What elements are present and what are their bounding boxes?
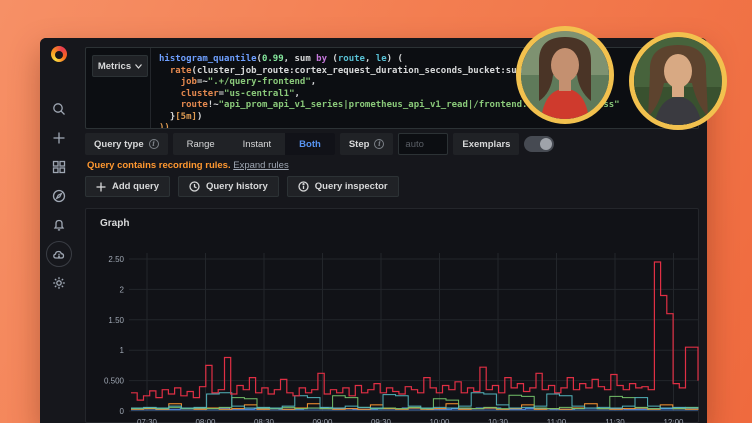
exemplars-toggle[interactable] <box>524 136 554 152</box>
svg-text:1: 1 <box>120 346 125 355</box>
svg-text:10:30: 10:30 <box>488 418 509 423</box>
clock-icon <box>189 181 200 192</box>
query-type-text: Query type <box>94 139 144 150</box>
avatar-photo-2 <box>634 37 722 125</box>
svg-text:08:00: 08:00 <box>195 418 216 423</box>
actions-row: Add query Query history Query inspector <box>85 176 399 197</box>
query-type-both[interactable]: Both <box>285 133 335 155</box>
exemplars-text: Exemplars <box>462 139 510 150</box>
avatar <box>516 26 614 124</box>
svg-text:08:30: 08:30 <box>254 418 275 423</box>
svg-text:1.50: 1.50 <box>108 316 124 325</box>
graph-panel: Graph 0 0.500 1 1.50 2 2.50 07:30 08:00 08:30 09:… <box>85 208 699 423</box>
avatar-photo-1 <box>521 31 609 119</box>
main-content: Metrics histogram_quantile(0.99, sum by … <box>77 38 707 423</box>
plus-icon <box>96 182 106 192</box>
toggle-knob <box>540 138 552 150</box>
notice-message: Query contains recording rules. <box>87 160 231 171</box>
panel-title: Graph <box>100 218 129 229</box>
info-icon[interactable]: i <box>149 139 159 149</box>
datasource-column: Metrics <box>86 48 150 128</box>
explore-compass-icon[interactable] <box>46 183 72 209</box>
query-history-button[interactable]: Query history <box>178 176 279 197</box>
query-type-label: Query type i <box>85 133 168 155</box>
svg-text:10:00: 10:00 <box>429 418 450 423</box>
settings-gear-icon[interactable] <box>46 270 72 296</box>
svg-text:07:30: 07:30 <box>137 418 158 423</box>
dashboards-icon[interactable] <box>46 154 72 180</box>
alerting-bell-icon[interactable] <box>46 212 72 238</box>
metrics-dropdown[interactable]: Metrics <box>92 55 148 77</box>
svg-text:12:00: 12:00 <box>663 418 684 423</box>
query-type-range[interactable]: Range <box>173 133 229 155</box>
add-query-label: Add query <box>112 181 159 192</box>
avatar <box>629 32 727 130</box>
info-icon <box>298 181 309 192</box>
svg-text:2.50: 2.50 <box>108 255 124 264</box>
sidebar <box>40 38 77 423</box>
svg-text:11:00: 11:00 <box>547 418 567 423</box>
chevron-down-icon <box>135 64 142 69</box>
query-options-row: Query type i Range Instant Both Step i E… <box>85 133 554 155</box>
step-input[interactable] <box>398 133 448 155</box>
add-query-button[interactable]: Add query <box>85 176 170 197</box>
cloud-alert-icon[interactable] <box>46 241 72 267</box>
query-type-segmented: Range Instant Both <box>173 133 335 155</box>
grafana-logo-icon[interactable] <box>51 46 67 62</box>
step-text: Step <box>349 139 370 150</box>
query-inspector-button[interactable]: Query inspector <box>287 176 399 197</box>
svg-text:0.500: 0.500 <box>104 377 125 386</box>
svg-text:2: 2 <box>120 285 125 294</box>
add-icon[interactable] <box>46 125 72 151</box>
promql-code[interactable]: histogram_quantile(0.99, sum by (route, … <box>150 48 698 128</box>
svg-text:09:30: 09:30 <box>371 418 392 423</box>
query-type-instant[interactable]: Instant <box>229 133 286 155</box>
query-inspector-label: Query inspector <box>315 181 388 192</box>
time-series-chart[interactable]: 0 0.500 1 1.50 2 2.50 07:30 08:00 08:30 09:00 09:3… <box>91 247 700 423</box>
exemplars-label: Exemplars <box>453 133 519 155</box>
metrics-dropdown-label: Metrics <box>98 61 131 72</box>
svg-text:09:00: 09:00 <box>312 418 333 423</box>
info-icon[interactable]: i <box>374 139 384 149</box>
query-history-label: Query history <box>206 181 268 192</box>
svg-text:0: 0 <box>120 407 125 416</box>
search-icon[interactable] <box>46 96 72 122</box>
expand-rules-link[interactable]: Expand rules <box>233 160 288 171</box>
svg-text:11:30: 11:30 <box>605 418 625 423</box>
step-label: Step i <box>340 133 394 155</box>
recording-rules-notice: Query contains recording rules. Expand r… <box>87 160 289 171</box>
